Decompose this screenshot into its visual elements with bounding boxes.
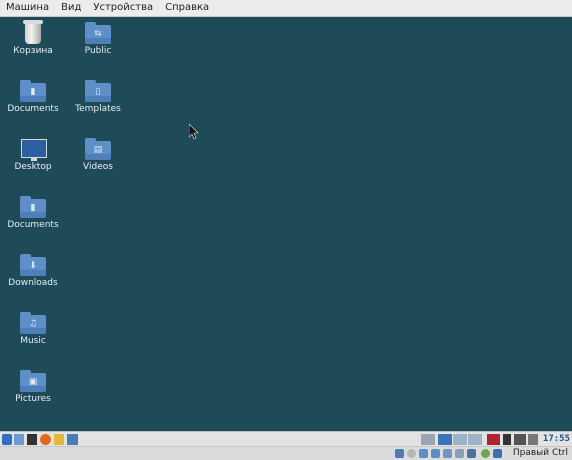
workspace-3[interactable] — [468, 434, 482, 445]
start-menu-icon[interactable] — [2, 434, 12, 445]
desktop-icon-documents-2[interactable]: ▮ Documents — [3, 196, 63, 231]
folder-videos-icon: ▤ — [85, 138, 111, 160]
mouse-pointer-icon — [189, 124, 199, 140]
network-icon[interactable] — [514, 434, 526, 445]
folder-public-icon: ⇆ — [85, 22, 111, 44]
menu-machine[interactable]: Машина — [0, 0, 55, 16]
menu-view[interactable]: Вид — [55, 0, 87, 16]
folder-downloads-icon: ⬇ — [20, 254, 46, 276]
show-desktop-icon[interactable] — [14, 434, 24, 445]
audio-icon[interactable] — [419, 449, 428, 458]
desktop-icon-videos[interactable]: ▤ Videos — [68, 138, 128, 173]
file-manager-icon[interactable] — [67, 434, 78, 445]
folder-music-icon: ♫ — [20, 312, 46, 334]
vm-statusbar: Правый Ctrl — [0, 446, 572, 460]
usb-icon[interactable] — [443, 449, 452, 458]
folder-documents-icon: ▮ — [20, 80, 46, 102]
desktop-icon-desktop[interactable]: Desktop — [3, 138, 63, 173]
desktop-icon-label: Public — [84, 46, 112, 56]
optical-drive-icon[interactable] — [407, 449, 416, 458]
host-key-label: Правый Ctrl — [512, 448, 568, 458]
desktop-icon-label: Pictures — [15, 394, 51, 404]
desktop-icon-music[interactable]: ♫ Music — [3, 312, 63, 347]
clock[interactable]: 17:55 — [543, 433, 570, 446]
menu-devices[interactable]: Устройства — [87, 0, 159, 16]
taskbar: 17:55 — [0, 431, 572, 447]
shared-folders-icon[interactable] — [455, 449, 464, 458]
desktop-icon-glyph — [21, 139, 47, 161]
desktop-icon-label: Desktop — [14, 162, 52, 172]
desktop-icon-label: Корзина — [13, 46, 53, 56]
trash-icon — [23, 20, 43, 44]
video-capture-icon[interactable] — [481, 449, 490, 458]
volume-icon[interactable] — [528, 434, 538, 445]
desktop-icon-pictures[interactable]: ▣ Pictures — [3, 370, 63, 405]
keyboard-layout-icon[interactable] — [503, 434, 511, 445]
desktop-icon-label: Templates — [75, 104, 121, 114]
desktop-icon-trash[interactable]: Корзина — [3, 20, 63, 57]
folder-templates-icon: ▯ — [85, 80, 111, 102]
network-adapter-icon[interactable] — [431, 449, 440, 458]
desktop-icon-label: Documents — [7, 220, 59, 230]
terminal-icon[interactable] — [27, 434, 37, 445]
mouse-integration-icon[interactable] — [493, 449, 502, 458]
firefox-icon[interactable] — [40, 434, 51, 445]
desktop-icon-documents[interactable]: ▮ Documents — [3, 80, 63, 115]
text-editor-icon[interactable] — [54, 434, 64, 445]
desktop-icon-downloads[interactable]: ⬇ Downloads — [3, 254, 63, 289]
folder-pictures-icon: ▣ — [20, 370, 46, 392]
folder-documents-icon: ▮ — [20, 196, 46, 218]
desktop[interactable]: Корзина ⇆ Public ▮ Documents ▯ Templates… — [0, 17, 572, 431]
desktop-icon-label: Documents — [7, 104, 59, 114]
menu-help[interactable]: Справка — [159, 0, 215, 16]
workspace-2[interactable] — [453, 434, 467, 445]
us-flag-icon[interactable] — [487, 434, 500, 445]
monitor-tray-icon[interactable] — [421, 434, 435, 445]
hard-disk-icon[interactable] — [395, 449, 404, 458]
desktop-icon-public[interactable]: ⇆ Public — [68, 22, 128, 57]
vm-menubar: Машина Вид Устройства Справка — [0, 0, 572, 17]
desktop-icon-label: Downloads — [8, 278, 58, 288]
display-icon[interactable] — [467, 449, 476, 458]
desktop-icon-label: Music — [20, 336, 46, 346]
desktop-icon-label: Videos — [83, 162, 113, 172]
workspace-1[interactable] — [438, 434, 452, 445]
desktop-icon-templates[interactable]: ▯ Templates — [68, 80, 128, 115]
